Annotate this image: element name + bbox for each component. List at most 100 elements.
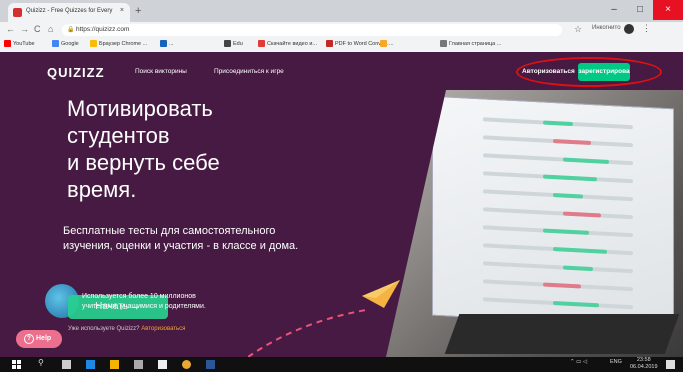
bookmark-icon [326, 40, 333, 47]
screen-bar-decoration [543, 228, 589, 235]
quizizz-favicon-icon [13, 8, 22, 17]
bookmark-icon [90, 40, 97, 47]
task-view-icon[interactable] [62, 360, 71, 369]
bookmark-icon [380, 40, 387, 47]
edge-icon[interactable] [86, 360, 95, 369]
forward-icon[interactable]: → [20, 24, 29, 34]
bookmark-label: Главная страница ... [449, 40, 502, 47]
reload-icon[interactable]: C [34, 24, 41, 34]
bookmark-item[interactable]: YouTube [4, 40, 35, 47]
nav-join-game[interactable]: Присоединиться к игре [214, 68, 284, 75]
stats-line: учителями, учащимися и родителями. [82, 303, 206, 310]
screen-bar-decoration [553, 139, 591, 145]
screen-bar-decoration [543, 282, 581, 289]
tab-title: Quizizz - Free Quizzes for Every [26, 8, 113, 14]
question-icon: ? [24, 334, 34, 344]
file-explorer-icon[interactable] [110, 360, 119, 369]
bookmark-item[interactable]: ... [160, 40, 174, 47]
stats-line: Используется более 10 миллионов [82, 293, 196, 300]
already-login-link[interactable]: Авторизоваться [141, 326, 185, 332]
word-icon[interactable] [206, 360, 215, 369]
bookmarks-bar: YouTube Google Браузер Chrome ...... Edu Ска… [0, 38, 683, 53]
help-button[interactable]: ? Help [16, 330, 62, 348]
projection-screen-image [432, 95, 674, 329]
screen-bar-decoration [563, 157, 609, 164]
bookmark-item[interactable]: ... [380, 40, 394, 47]
screen-bar-decoration [543, 120, 573, 127]
headline-line: Мотивировать [67, 96, 213, 121]
bookmark-item[interactable]: Google [52, 40, 79, 47]
screen-bar-decoration [553, 247, 607, 254]
search-icon[interactable]: ⚲ [38, 358, 44, 367]
screen-bar-decoration [543, 174, 597, 182]
bookmark-label: Google [61, 40, 79, 47]
tab-quizizz[interactable]: Quizizz - Free Quizzes for Every × [8, 3, 130, 22]
already-using-label: Уже используете Quizizz? [68, 326, 140, 332]
quizizz-logo[interactable]: QUIZIZZ [47, 65, 105, 80]
usage-stats: Используется более 10 миллионов учителям… [82, 292, 222, 312]
chrome-icon[interactable] [182, 360, 191, 369]
incognito-label: Инкогнито [592, 25, 621, 31]
site-header: QUIZIZZ Поиск викторины Присоединиться к… [0, 52, 683, 90]
back-icon[interactable]: ← [6, 24, 15, 34]
url-input[interactable]: 🔒 https://quizizz.com [62, 24, 562, 36]
bookmark-label: Edu [233, 40, 243, 47]
screen-row-decoration [483, 207, 633, 220]
minimize-button[interactable]: – [601, 0, 627, 20]
already-using-text: Уже используете Quizizz? Авторизоваться [68, 326, 185, 332]
hero-headline: Мотивировать студентов и вернуть себе вр… [67, 95, 367, 203]
paper-plane-icon [362, 280, 400, 308]
notifications-icon[interactable] [666, 360, 675, 369]
clock[interactable]: 23:58 06.04.2019 [630, 357, 658, 371]
windows-start-icon[interactable] [12, 360, 21, 369]
mail-icon[interactable] [158, 360, 167, 369]
windows-taskbar: ⚲ ⌃ ▭ ◁ ENG 23:58 06.04.2019 [0, 357, 683, 372]
new-tab-button[interactable]: + [135, 5, 141, 17]
screen-bar-decoration [563, 265, 593, 272]
bookmark-item[interactable]: Браузер Chrome ... [90, 40, 147, 47]
hero-subheadline: Бесплатные тесты для самостоятельного из… [63, 225, 299, 252]
bookmark-label: Браузер Chrome ... [99, 40, 148, 47]
screen-bar-decoration [563, 211, 601, 218]
bookmark-star-icon[interactable]: ☆ [574, 24, 582, 35]
screen-row-decoration [483, 261, 633, 274]
bookmark-icon [258, 40, 265, 47]
headline-line: студентов [67, 123, 170, 148]
bookmark-label: ... [169, 40, 174, 47]
screen-bar-decoration [553, 193, 583, 199]
quizizz-page: QUIZIZZ Поиск викторины Присоединиться к… [0, 52, 683, 357]
headline-line: время. [67, 177, 137, 202]
photo-wedge [386, 90, 446, 357]
clock-time: 23:58 [636, 357, 651, 363]
bookmark-item[interactable]: Скачайте видео и... [258, 40, 317, 47]
help-label: Help [36, 335, 52, 342]
dashed-path-decoration [248, 309, 367, 357]
bookmark-label: Скачайте видео и... [267, 40, 317, 47]
language-indicator[interactable]: ENG [610, 359, 622, 365]
bookmark-item[interactable]: Главная страница ... [440, 40, 501, 47]
close-window-button[interactable]: × [653, 0, 683, 20]
headline-line: и вернуть себе [67, 150, 220, 175]
bookmark-icon [224, 40, 231, 47]
bookmark-icon [52, 40, 59, 47]
bookmark-icon [4, 40, 11, 47]
menu-icon[interactable]: ⋮ [642, 23, 651, 34]
window-controls: – □ × [601, 0, 683, 20]
lock-icon: 🔒 [67, 27, 75, 33]
incognito-avatar-icon[interactable] [624, 24, 634, 34]
annotation-red-circle [516, 57, 662, 87]
clock-date: 06.04.2019 [630, 364, 658, 370]
maximize-button[interactable]: □ [627, 0, 653, 20]
home-icon[interactable]: ⌂ [48, 24, 53, 34]
bookmark-icon [440, 40, 447, 47]
bookmark-label: ... [389, 40, 394, 47]
bookmark-item[interactable]: Edu [224, 40, 243, 47]
tray-icons[interactable]: ⌃ ▭ ◁ [570, 359, 587, 365]
store-icon[interactable] [134, 360, 143, 369]
browser-chrome: Quizizz - Free Quizzes for Every × + – □… [0, 0, 683, 53]
nav-search-quizzes[interactable]: Поиск викторины [135, 68, 187, 75]
desk-image [444, 314, 680, 354]
screen-row-decoration [483, 153, 633, 166]
tab-close-icon[interactable]: × [120, 7, 124, 14]
url-text: https://quizizz.com [76, 26, 130, 33]
